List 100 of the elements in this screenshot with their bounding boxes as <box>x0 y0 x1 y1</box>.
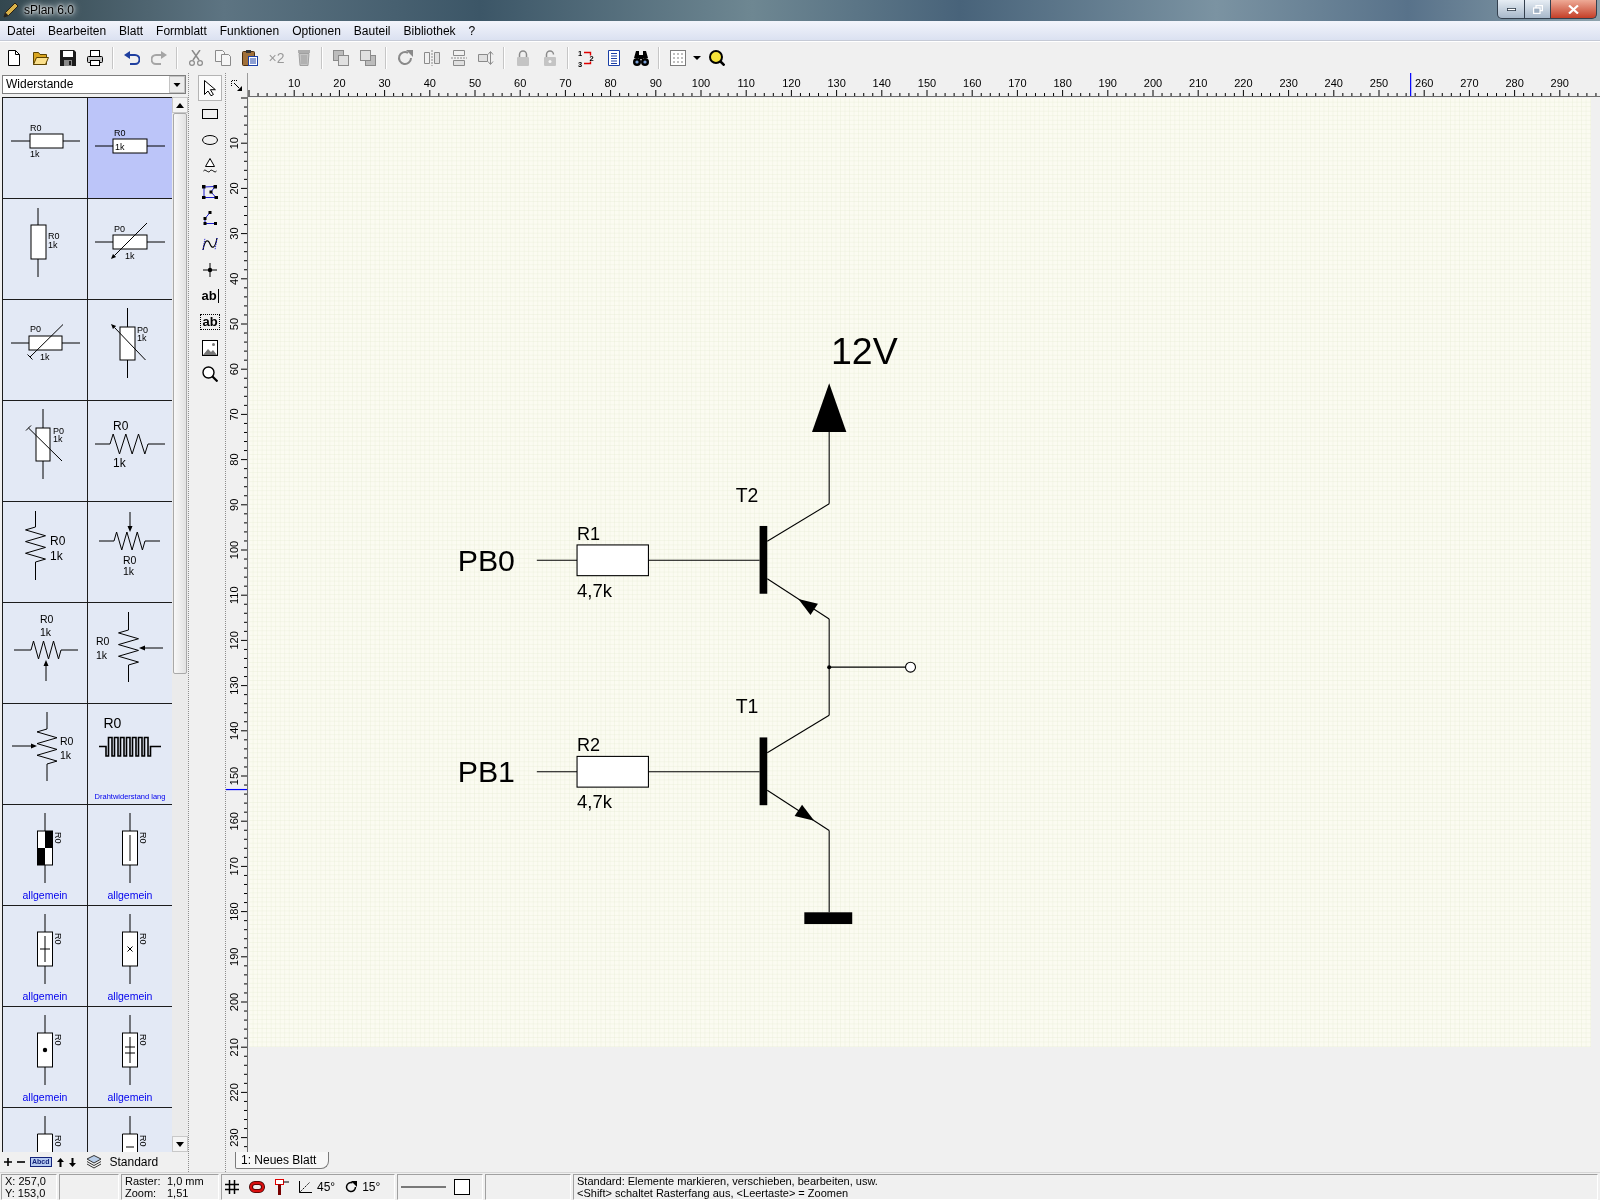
potentiometer-icon <box>13 640 79 682</box>
menu-item[interactable]: Optionen <box>286 21 348 40</box>
potentiometer-icon <box>118 611 164 683</box>
restore-button[interactable] <box>1525 0 1551 19</box>
ruler-label: 170 <box>228 857 240 876</box>
ruler-label: 60 <box>514 77 527 89</box>
library-item[interactable]: R0 allgemein <box>3 805 87 905</box>
symbol-label: 1k <box>40 626 52 638</box>
library-item[interactable]: R0 1k <box>3 199 87 299</box>
square-icon[interactable] <box>454 1179 470 1195</box>
grid-icon <box>669 49 686 66</box>
resistor-icon <box>94 138 166 154</box>
corner-arrow-icon[interactable] <box>231 79 242 91</box>
menu-item[interactable]: Formblatt <box>150 21 214 40</box>
trash-icon <box>296 49 311 66</box>
library-item[interactable]: P0 1k <box>3 401 87 501</box>
library-item[interactable]: R0 allgemein <box>3 906 87 1006</box>
close-button[interactable] <box>1551 0 1597 19</box>
layers-icon <box>332 49 349 66</box>
library-item[interactable]: R0 <box>88 1108 172 1152</box>
move-down-button[interactable] <box>68 1157 76 1167</box>
library-item[interactable]: R0 1k <box>3 603 87 703</box>
wire <box>536 771 578 773</box>
library-item[interactable]: R0 allgemein <box>88 805 172 905</box>
ruler-label: 40 <box>423 77 436 89</box>
menu-item[interactable]: Bibliothek <box>397 21 463 40</box>
ruler-label: 110 <box>228 586 240 604</box>
symbol-label: 1k <box>40 352 50 362</box>
menu-item[interactable]: Datei <box>1 21 42 40</box>
minimize-button[interactable] <box>1497 0 1525 19</box>
library-item[interactable]: R0 1k <box>88 98 172 198</box>
trimmer-icon <box>25 408 63 480</box>
library-item[interactable]: R0 1k <box>3 502 87 602</box>
ruler-label: 190 <box>228 947 240 966</box>
library-item[interactable]: R0 1k <box>3 98 87 198</box>
menu-item[interactable]: ? <box>462 21 483 40</box>
scrollbar-thumb[interactable] <box>173 113 187 674</box>
ruler-label: 210 <box>228 1038 240 1057</box>
library-item[interactable]: P0 1k <box>88 199 172 299</box>
symbol-label: R0 <box>138 832 148 844</box>
ruler-label: 210 <box>1189 77 1208 89</box>
symbol-label: 1k <box>125 251 135 261</box>
wire <box>536 559 578 561</box>
library-item[interactable]: R0 allgemein <box>88 906 172 1006</box>
library-item[interactable]: R0 <box>3 1108 87 1152</box>
mirror-icon <box>450 49 467 66</box>
arrow-down-icon <box>68 1157 76 1167</box>
grid-toggle-button[interactable] <box>225 1180 239 1194</box>
ruler-label: 10 <box>228 137 240 150</box>
library-item[interactable]: R0 1k <box>88 502 172 602</box>
restore-icon <box>1532 4 1543 14</box>
library-item[interactable]: R0 allgemein <box>3 1007 87 1107</box>
ruler-label: 60 <box>228 363 240 376</box>
tool-button[interactable]: ab <box>198 283 222 309</box>
unlock-icon <box>541 49 558 66</box>
tool-button[interactable]: ab <box>198 309 222 335</box>
symbol-label: R0 <box>114 128 126 138</box>
coordinate-readout: Y: 153,0 <box>5 1187 47 1199</box>
ruler-label: 30 <box>228 227 240 240</box>
sheet-tab[interactable]: 1: Neues Blatt <box>235 1152 330 1169</box>
status-value: 1,0 mm <box>167 1175 204 1187</box>
marker-toggle-button[interactable] <box>275 1179 289 1195</box>
status-message: <Shift> schaltet Rasterfang aus, <Leertaste> = Zoomen <box>577 1187 850 1199</box>
symbol-caption: allgemein <box>107 1091 153 1103</box>
menu-item[interactable]: Blatt <box>113 21 151 40</box>
position-marker <box>1410 73 1412 97</box>
menu-item[interactable]: Funktionen <box>213 21 287 40</box>
add-button[interactable] <box>4 1158 12 1166</box>
zoom-icon <box>708 49 725 66</box>
menu-item[interactable]: Bauteil <box>347 21 398 40</box>
component-label: R1 <box>577 523 601 544</box>
tool-button[interactable] <box>198 75 222 101</box>
library-item[interactable]: R0 1k <box>88 603 172 703</box>
library-item[interactable]: P0 1k <box>88 300 172 400</box>
minus-icon <box>17 1161 25 1163</box>
library-item[interactable]: R0 1k <box>3 704 87 804</box>
ruler-label: 50 <box>228 317 240 331</box>
category-dropdown[interactable]: Widerstande <box>2 75 186 94</box>
symbol-caption: allgemein <box>107 889 153 901</box>
scroll-up-button[interactable] <box>172 97 188 113</box>
scroll-down-button[interactable] <box>172 1136 188 1152</box>
symbol-label: 1k <box>96 649 108 661</box>
ruler-label: 220 <box>228 1083 240 1102</box>
resistor-icon <box>37 812 53 884</box>
library-item[interactable]: R0 allgemein <box>88 1007 172 1107</box>
snap-toggle-button[interactable] <box>249 1181 265 1193</box>
grid-icon <box>225 1180 239 1194</box>
ruler-label: 200 <box>228 992 240 1012</box>
symbol-label: R0 <box>138 1135 148 1147</box>
stack-icon[interactable] <box>85 1155 102 1169</box>
library-item[interactable]: P0 1k <box>3 300 87 400</box>
library-item[interactable]: R0 1k <box>88 401 172 501</box>
symbol-label: 1k <box>30 149 40 159</box>
symbol-label: 1k <box>115 142 125 152</box>
status-label: Zoom: <box>125 1187 158 1199</box>
menu-item[interactable]: Bearbeiten <box>42 21 114 40</box>
move-up-button[interactable] <box>56 1157 64 1167</box>
angle-button[interactable]: 45° <box>299 1180 336 1194</box>
rotation-button[interactable]: 15° <box>345 1180 381 1194</box>
polyline-icon <box>203 211 217 225</box>
